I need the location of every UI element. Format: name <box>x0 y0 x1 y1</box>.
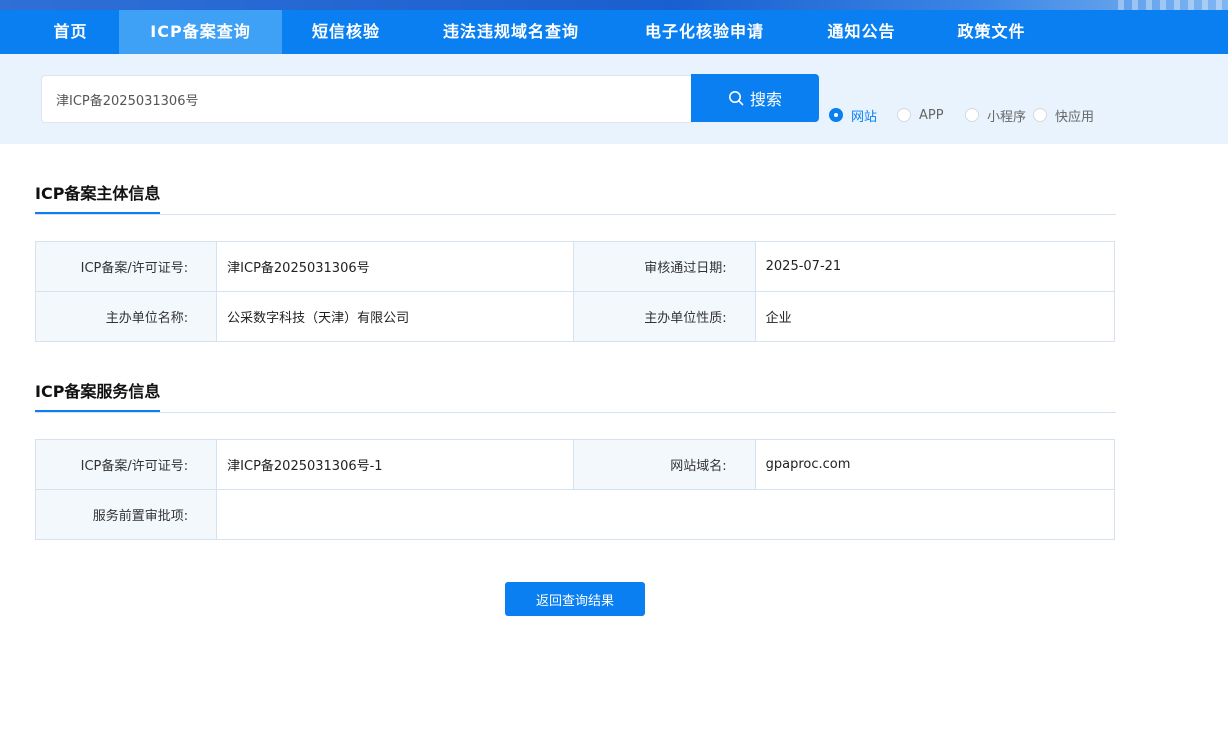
nav-item-notices[interactable]: 通知公告 <box>797 10 926 54</box>
nav-item-sms-verify[interactable]: 短信核验 <box>282 10 410 54</box>
subject-info-table: ICP备案/许可证号: 津ICP备2025031306号 审核通过日期: 202… <box>34 241 1116 342</box>
radio-unchecked-icon <box>1033 108 1047 122</box>
table-row: 主办单位名称: 公采数字科技（天津）有限公司 主办单位性质: 企业 <box>34 291 1116 342</box>
subject-section-title: ICP备案主体信息 <box>35 180 161 214</box>
radio-quick-app[interactable]: 快应用 <box>1033 106 1095 125</box>
section-divider <box>35 214 1116 215</box>
search-icon <box>728 91 744 106</box>
radio-label-app: APP <box>919 107 944 123</box>
radio-checked-icon <box>829 108 843 122</box>
nav-item-icp-query[interactable]: ICP备案查询 <box>119 10 282 54</box>
value-organizer-type: 企业 <box>754 291 1116 342</box>
search-button[interactable]: 搜索 <box>691 74 819 122</box>
search-input[interactable] <box>41 75 693 123</box>
top-banner-strip <box>0 0 1228 10</box>
label-license-number: ICP备案/许可证号: <box>34 241 218 292</box>
value-license-number: 津ICP备2025031306号 <box>216 241 575 292</box>
service-section-title: ICP备案服务信息 <box>35 378 161 412</box>
nav-item-policy-docs[interactable]: 政策文件 <box>926 10 1057 54</box>
radio-unchecked-icon <box>897 108 911 122</box>
search-bar: 搜索 网站 APP 小程序 快应用 <box>0 54 1228 144</box>
nav-item-home[interactable]: 首页 <box>20 10 121 54</box>
label-website-domain: 网站域名: <box>573 439 756 490</box>
table-row: ICP备案/许可证号: 津ICP备2025031306号 审核通过日期: 202… <box>34 241 1116 292</box>
nav-item-illegal-domain-query[interactable]: 违法违规域名查询 <box>410 10 612 54</box>
label-approval-date: 审核通过日期: <box>573 241 756 292</box>
value-service-license-number: 津ICP备2025031306号-1 <box>216 439 575 490</box>
service-info-table: ICP备案/许可证号: 津ICP备2025031306号-1 网站域名: gpa… <box>34 439 1116 540</box>
radio-label-mini-program: 小程序 <box>987 109 1027 125</box>
label-service-license-number: ICP备案/许可证号: <box>34 439 218 490</box>
back-to-results-button[interactable]: 返回查询结果 <box>505 582 645 616</box>
label-pre-approval-items: 服务前置审批项: <box>34 489 218 540</box>
table-row: 服务前置审批项: <box>34 489 1115 540</box>
table-row: ICP备案/许可证号: 津ICP备2025031306号-1 网站域名: gpa… <box>34 439 1116 490</box>
radio-app[interactable]: APP <box>897 106 944 124</box>
nav-item-electronic-verify[interactable]: 电子化核验申请 <box>612 10 797 54</box>
label-organizer-type: 主办单位性质: <box>573 291 756 342</box>
radio-label-quick-app: 快应用 <box>1055 109 1095 125</box>
value-approval-date: 2025-07-21 <box>754 241 1116 292</box>
radio-mini-program[interactable]: 小程序 <box>965 106 1027 125</box>
value-pre-approval-items <box>216 489 1115 540</box>
value-organizer-name: 公采数字科技（天津）有限公司 <box>216 291 575 342</box>
main-nav: 首页 ICP备案查询 短信核验 违法违规域名查询 电子化核验申请 通知公告 政策… <box>0 10 1228 54</box>
banner-decoration <box>1118 0 1228 10</box>
section-divider <box>35 412 1116 413</box>
label-organizer-name: 主办单位名称: <box>34 291 218 342</box>
radio-label-website: 网站 <box>851 109 878 125</box>
value-website-domain: gpaproc.com <box>754 439 1116 490</box>
radio-website[interactable]: 网站 <box>829 106 878 125</box>
search-button-label: 搜索 <box>749 90 782 109</box>
radio-unchecked-icon <box>965 108 979 122</box>
